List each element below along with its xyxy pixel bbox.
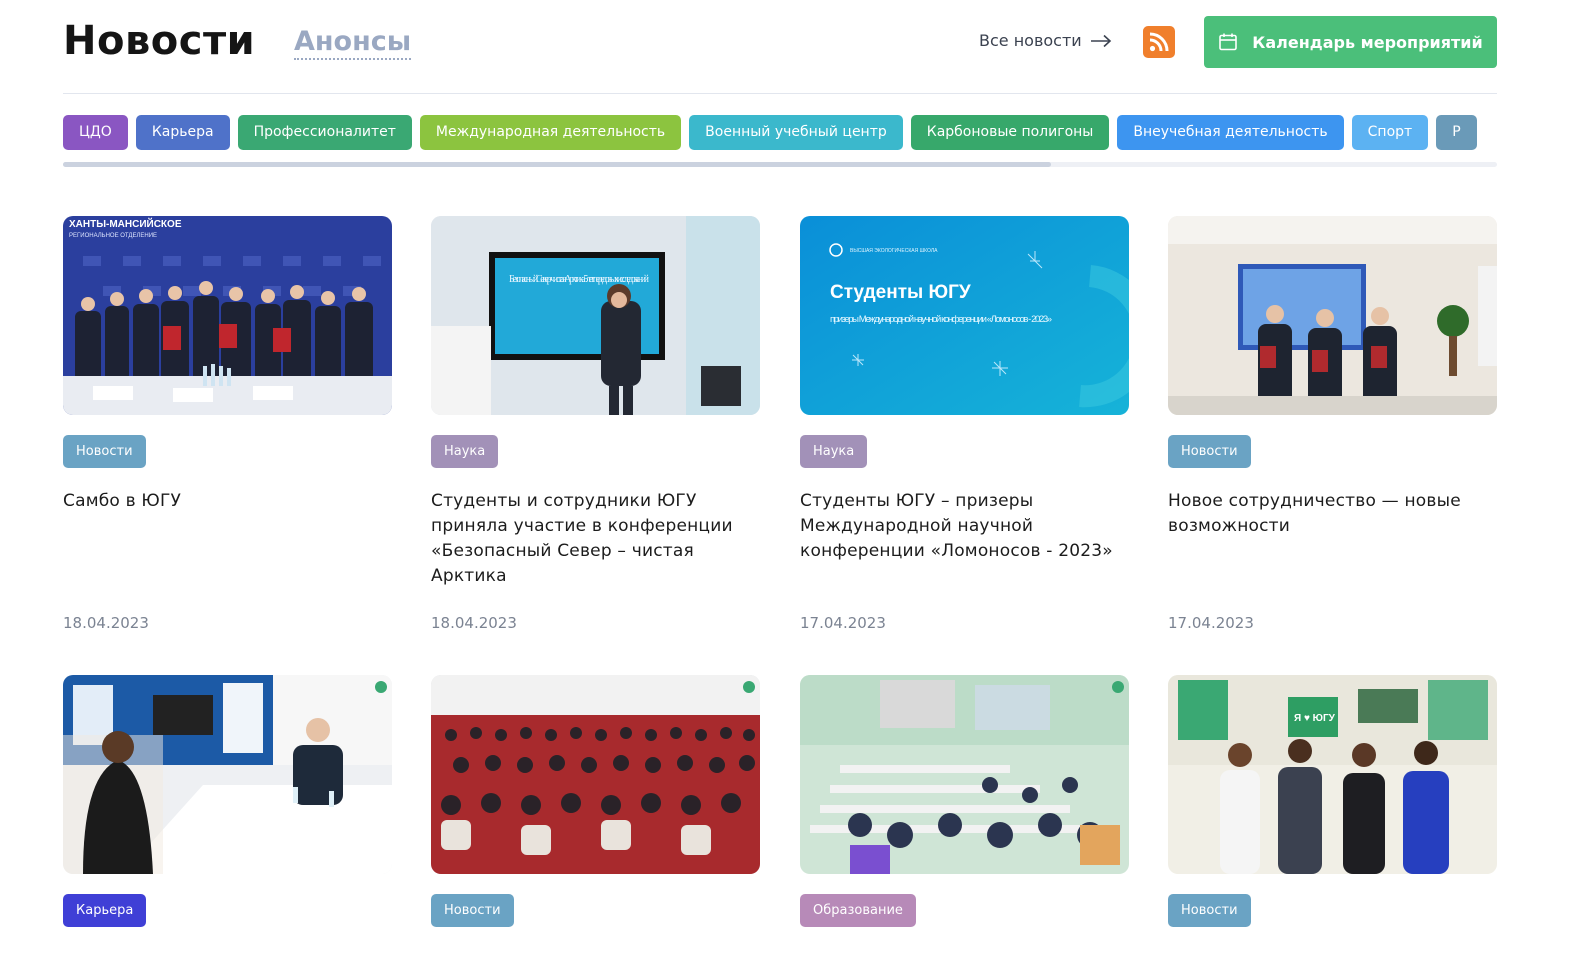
category-chip-international[interactable]: Международная деятельность bbox=[419, 115, 682, 150]
category-chip-carbon-polygons[interactable]: Карбоновые полигоны bbox=[910, 115, 1110, 150]
news-date: 18.04.2023 bbox=[431, 614, 517, 632]
category-scrollbar[interactable] bbox=[63, 162, 1497, 167]
tab-announcements[interactable]: Анонсы bbox=[294, 26, 412, 60]
category-badge[interactable]: Наука bbox=[431, 435, 499, 468]
news-image-cooperation[interactable] bbox=[1168, 216, 1497, 415]
category-chip-sport[interactable]: Спорт bbox=[1351, 115, 1429, 150]
header-divider bbox=[63, 93, 1497, 94]
rss-button[interactable] bbox=[1143, 26, 1175, 58]
banner-region-text: ХАНТЫ-МАНСИЙСКОЕ bbox=[69, 217, 182, 230]
news-image-lecture-hall[interactable] bbox=[800, 675, 1129, 874]
news-image-students-group[interactable]: Я ♥ ЮГУ bbox=[1168, 675, 1497, 874]
news-title[interactable]: Новое сотрудничество — новые возможности bbox=[1168, 489, 1497, 539]
news-title[interactable]: Самбо в ЮГУ bbox=[63, 489, 392, 514]
news-card[interactable]: Я ♥ ЮГУ Новости bbox=[1168, 675, 1497, 927]
sign-text: Я ♥ ЮГУ bbox=[1294, 713, 1336, 724]
category-chip-military-center[interactable]: Военный учебный центр bbox=[689, 115, 903, 150]
news-card[interactable]: ХАНТЫ-МАНСИЙСКОЕ РЕГИОНАЛЬНОЕ ОТДЕЛЕНИЕ … bbox=[63, 216, 392, 632]
news-title[interactable]: Студенты ЮГУ – призеры Международной нау… bbox=[800, 489, 1129, 564]
category-badge[interactable]: Новости bbox=[1168, 894, 1251, 927]
news-header: Новости Анонсы Все новости Календарь мер… bbox=[63, 16, 1497, 68]
news-date: 18.04.2023 bbox=[63, 614, 149, 632]
category-chip-career[interactable]: Карьера bbox=[135, 115, 230, 150]
category-chip-professionalitet[interactable]: Профессионалитет bbox=[237, 115, 412, 150]
category-chip-cdo[interactable]: ЦДО bbox=[63, 115, 128, 150]
category-badge[interactable]: Образование bbox=[800, 894, 916, 927]
news-image-career-interview[interactable] bbox=[63, 675, 392, 874]
promo-sub-text: призеры Международной научной конференци… bbox=[830, 314, 1052, 325]
category-chip-extracurricular[interactable]: Внеучебная деятельность bbox=[1117, 115, 1344, 150]
news-card[interactable]: Новости Новое сотрудничество — новые воз… bbox=[1168, 216, 1497, 632]
calendar-icon bbox=[1218, 32, 1238, 52]
category-chip-more[interactable]: Р bbox=[1436, 115, 1477, 150]
news-card[interactable]: Новости bbox=[431, 675, 760, 927]
news-image-conference[interactable]: Безопасный Север - чистая Арктика 5 лет … bbox=[431, 216, 760, 415]
events-calendar-button[interactable]: Календарь мероприятий bbox=[1204, 16, 1497, 68]
category-scrollbar-thumb[interactable] bbox=[63, 162, 1051, 167]
page-title: Новости bbox=[63, 18, 256, 64]
news-card[interactable]: Карьера bbox=[63, 675, 392, 927]
all-news-link[interactable]: Все новости bbox=[979, 31, 1112, 50]
arrow-right-icon bbox=[1090, 34, 1112, 48]
promo-title-text: Студенты ЮГУ bbox=[830, 282, 971, 303]
news-card[interactable]: ВЫСШАЯ ЭКОЛОГИЧЕСКАЯ ШКОЛА Студенты ЮГУ … bbox=[800, 216, 1129, 632]
banner-region-sub-text: РЕГИОНАЛЬНОЕ ОТДЕЛЕНИЕ bbox=[69, 233, 157, 239]
category-filter-bar: ЦДО Карьера Профессионалитет Международная … bbox=[63, 115, 1497, 151]
category-badge[interactable]: Новости bbox=[1168, 435, 1251, 468]
all-news-label: Все новости bbox=[979, 31, 1082, 50]
news-image-sambo[interactable]: ХАНТЫ-МАНСИЙСКОЕ РЕГИОНАЛЬНОЕ ОТДЕЛЕНИЕ bbox=[63, 216, 392, 415]
news-card[interactable]: Безопасный Север - чистая Арктика 5 лет … bbox=[431, 216, 760, 632]
category-badge[interactable]: Новости bbox=[431, 894, 514, 927]
news-title[interactable]: Студенты и сотрудники ЮГУ приняла участи… bbox=[431, 489, 760, 589]
rss-icon bbox=[1148, 31, 1170, 53]
calendar-button-label: Календарь мероприятий bbox=[1252, 32, 1483, 52]
news-date: 17.04.2023 bbox=[1168, 614, 1254, 632]
news-image-auditorium[interactable] bbox=[431, 675, 760, 874]
news-date: 17.04.2023 bbox=[800, 614, 886, 632]
category-badge[interactable]: Новости bbox=[63, 435, 146, 468]
news-card[interactable]: Образование bbox=[800, 675, 1129, 927]
news-image-lomonosov[interactable]: ВЫСШАЯ ЭКОЛОГИЧЕСКАЯ ШКОЛА Студенты ЮГУ … bbox=[800, 216, 1129, 415]
category-badge[interactable]: Карьера bbox=[63, 894, 147, 927]
promo-school-text: ВЫСШАЯ ЭКОЛОГИЧЕСКАЯ ШКОЛА bbox=[850, 248, 938, 254]
screen-text: Безопасный Север - чистая Арктика 5 лет … bbox=[509, 274, 650, 285]
category-badge[interactable]: Наука bbox=[800, 435, 868, 468]
